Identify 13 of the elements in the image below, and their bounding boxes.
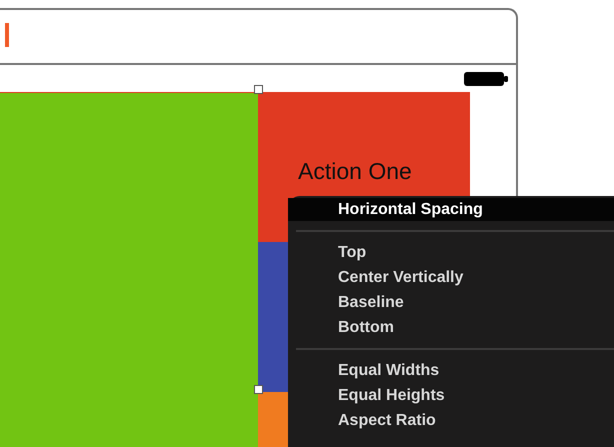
menu-item[interactable]: Top — [288, 241, 614, 264]
battery-icon — [464, 72, 508, 86]
menu-item[interactable]: Horizontal Spacing — [288, 198, 614, 221]
action-label: Action One — [298, 158, 412, 184]
menu-item[interactable]: Equal Widths — [288, 359, 614, 382]
menu-item[interactable]: Baseline — [288, 291, 614, 314]
resize-handle[interactable] — [254, 385, 263, 394]
menu-item[interactable]: Aspect Ratio — [288, 409, 614, 432]
menu-item[interactable]: Equal Heights — [288, 384, 614, 407]
menu-item[interactable]: Bottom — [288, 316, 614, 339]
resize-handle[interactable] — [254, 85, 263, 94]
menu-item[interactable]: Center Vertically — [288, 266, 614, 289]
nav-mark-icon — [5, 23, 9, 47]
